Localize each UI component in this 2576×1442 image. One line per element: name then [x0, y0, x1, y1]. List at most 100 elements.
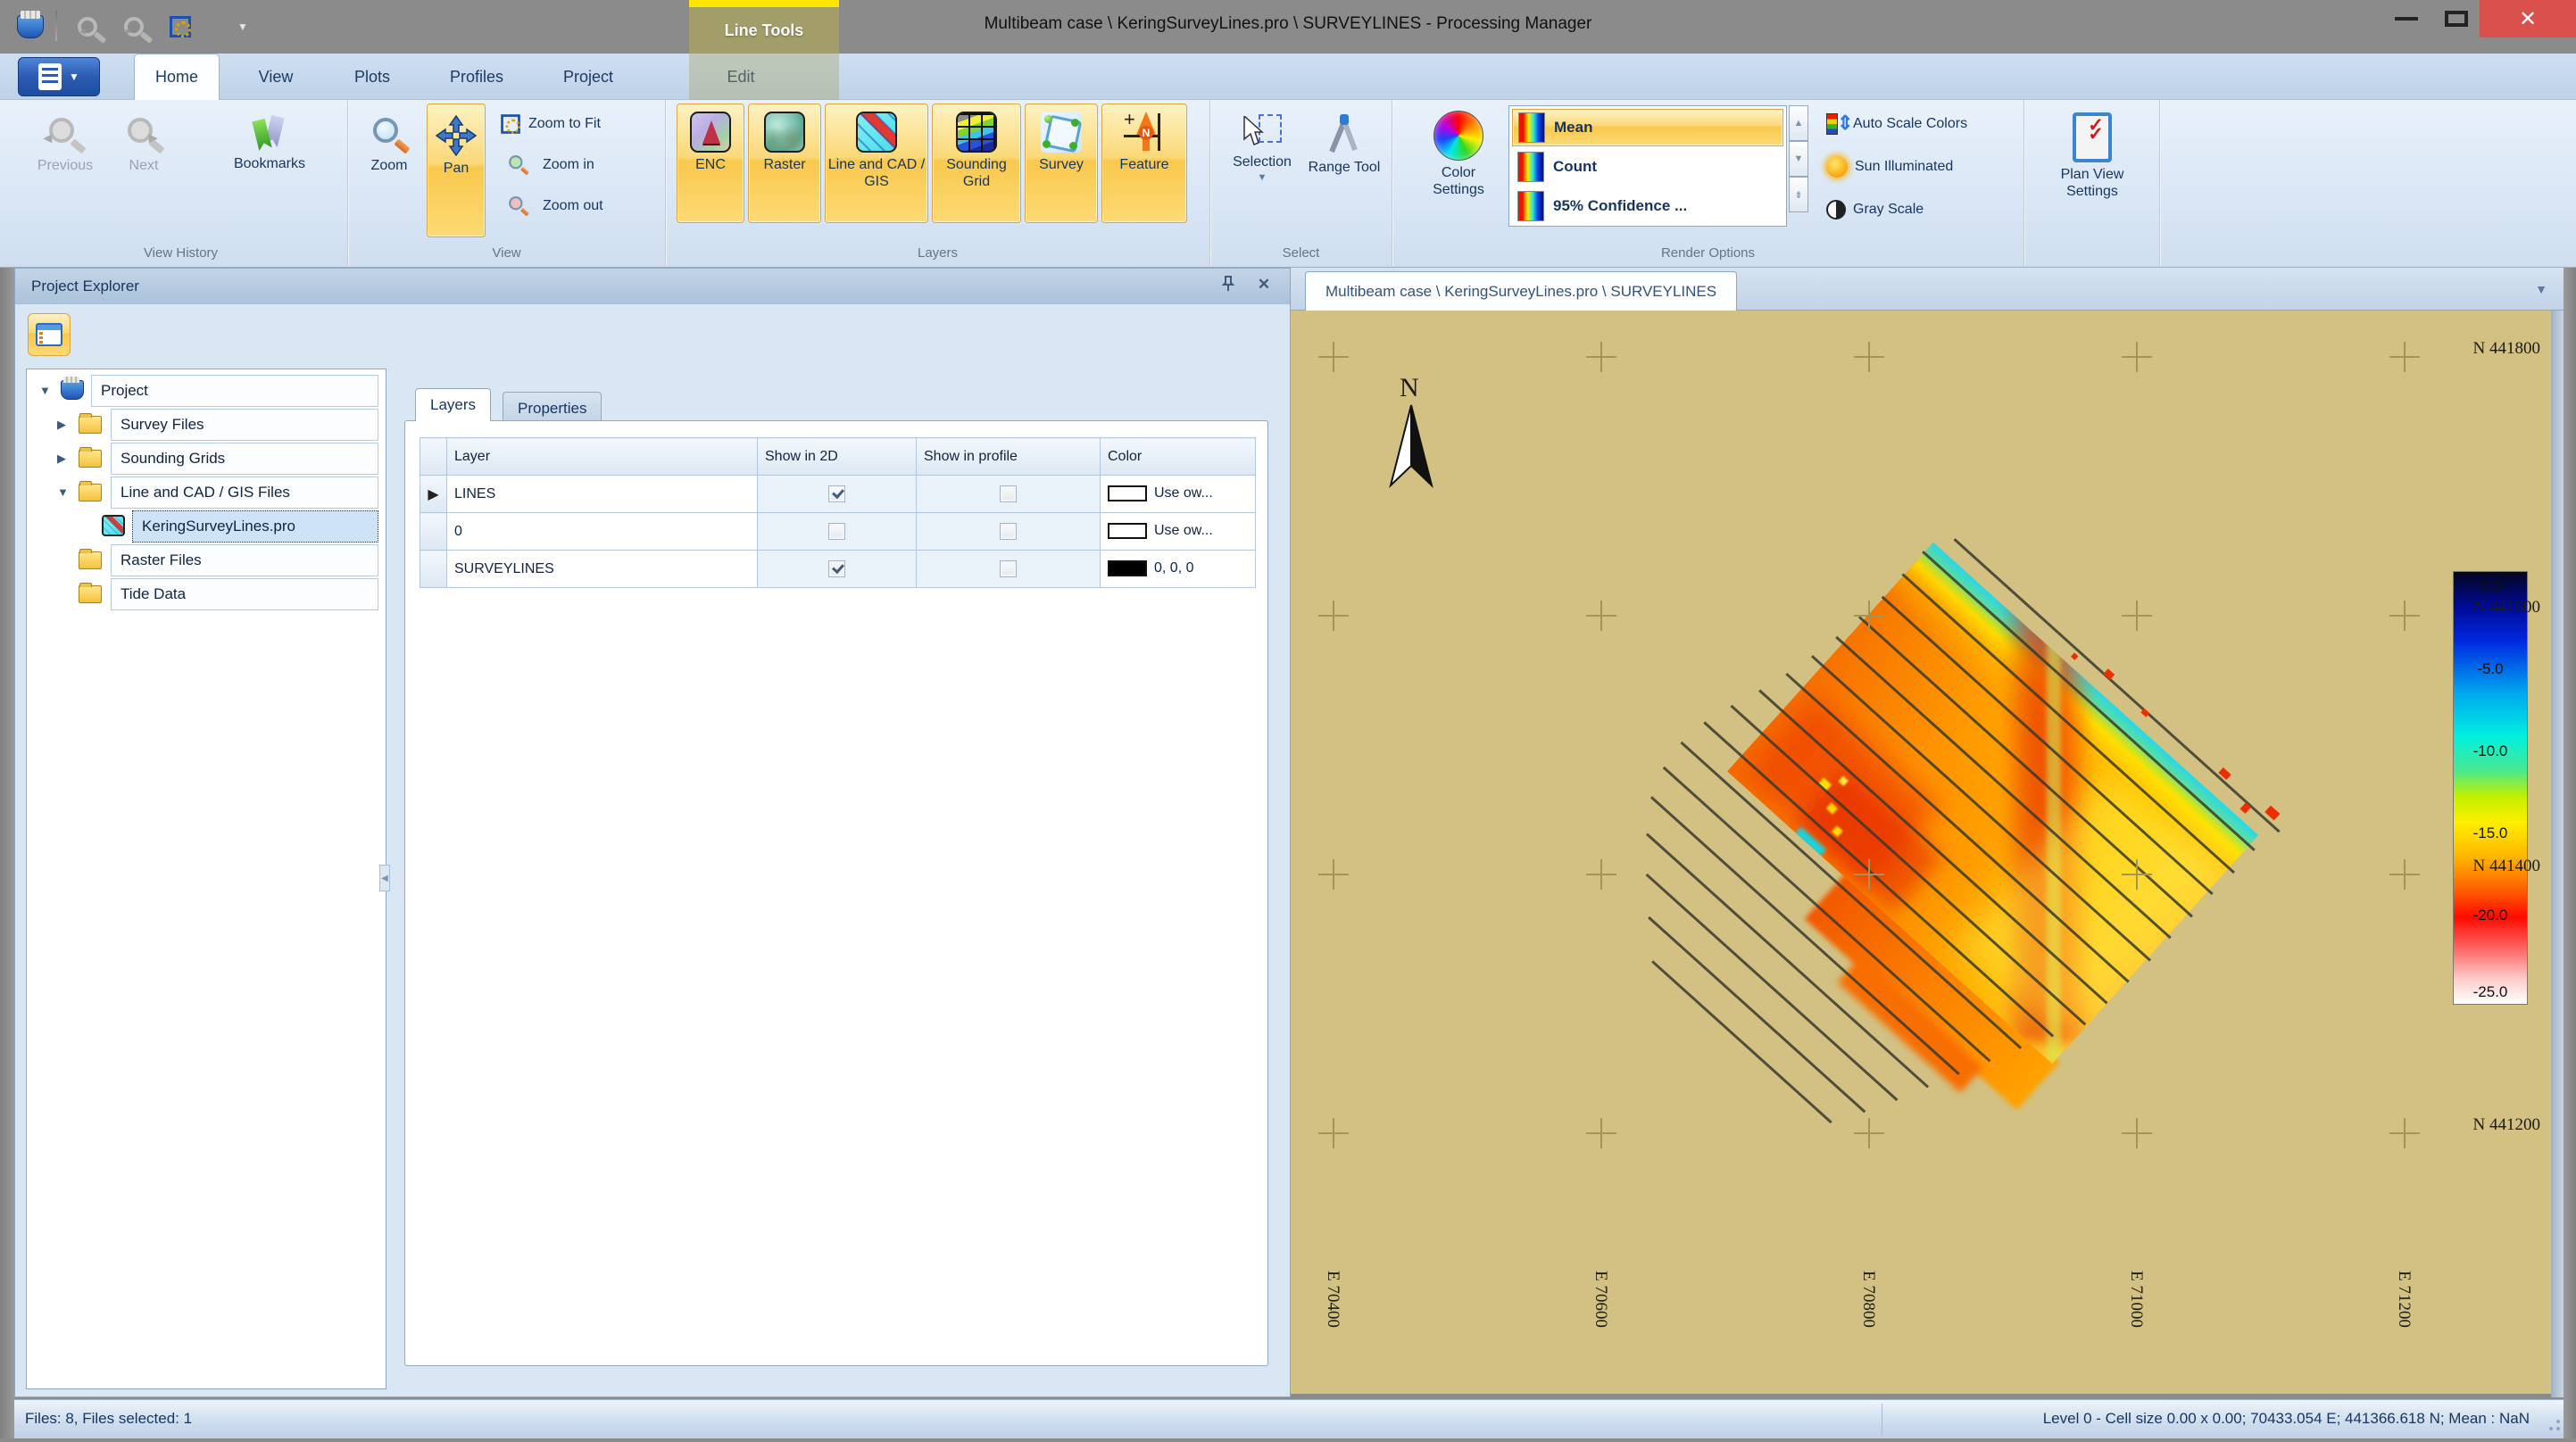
- grid-cross-icon: [1318, 342, 1349, 372]
- plan-view-map[interactable]: N: [1291, 311, 2551, 1394]
- table-row[interactable]: 0 Use ow...: [420, 513, 1256, 551]
- tree-item-survey-files[interactable]: Survey Files: [111, 409, 378, 441]
- show-in-2d-checkbox[interactable]: [828, 523, 845, 540]
- previous-view-button[interactable]: ◂ Previous: [27, 105, 104, 236]
- northing-label: N 441600: [2473, 598, 2540, 617]
- auto-scale-colors-icon: ⇕: [1826, 113, 1846, 135]
- color-cell[interactable]: Use ow...: [1101, 513, 1256, 551]
- tab-layers[interactable]: Layers: [415, 388, 491, 421]
- document-list-dropdown[interactable]: ▼: [2535, 282, 2547, 296]
- tree-item-project[interactable]: Project: [91, 375, 378, 407]
- survey-line: [1648, 916, 1866, 1113]
- column-show-in-profile[interactable]: Show in profile: [917, 438, 1101, 476]
- maximize-icon: [2445, 11, 2468, 27]
- easting-label: E 70400: [1323, 1271, 1342, 1328]
- plan-view-settings-button[interactable]: Plan View Settings: [2039, 105, 2146, 257]
- northing-label: N 441800: [2473, 339, 2540, 359]
- grid-cross-icon: [1586, 1118, 1616, 1148]
- close-button[interactable]: ✕: [2480, 0, 2576, 37]
- gray-scale-toggle[interactable]: Gray Scale: [1826, 195, 1924, 225]
- table-row[interactable]: SURVEYLINES 0, 0, 0: [420, 551, 1256, 588]
- explorer-view-toggle-button[interactable]: [28, 313, 71, 356]
- raster-layer-icon: [764, 112, 805, 153]
- tab-profiles[interactable]: Profiles: [427, 54, 527, 100]
- column-show-in-2d[interactable]: Show in 2D: [758, 438, 917, 476]
- chevron-right-icon[interactable]: ▶: [57, 452, 70, 466]
- tree-item-tide-data[interactable]: Tide Data: [111, 578, 378, 610]
- layer-name-cell[interactable]: 0: [447, 513, 758, 551]
- window-border: [0, 268, 14, 1438]
- tab-plots[interactable]: Plots: [332, 54, 412, 100]
- sun-illuminated-toggle[interactable]: Sun Illuminated: [1826, 152, 1953, 182]
- layer-enc-button[interactable]: ENC: [677, 104, 744, 223]
- column-layer[interactable]: Layer: [447, 438, 758, 476]
- show-in-2d-checkbox[interactable]: [828, 560, 845, 577]
- color-settings-button[interactable]: Color Settings: [1414, 105, 1503, 248]
- group-view-history: ◂ Previous ▸ Next Bookmarks View History: [14, 100, 348, 266]
- grid-cross-icon: [1854, 601, 1884, 631]
- zoom-to-fit-button[interactable]: Zoom to Fit: [500, 109, 601, 139]
- zoom-in-button[interactable]: Zoom in: [500, 150, 594, 180]
- depth-color-scale: [2453, 571, 2528, 1005]
- range-tool-button[interactable]: Range Tool: [1307, 105, 1382, 248]
- chevron-down-icon[interactable]: ▼: [39, 384, 52, 397]
- show-in-2d-checkbox[interactable]: [828, 485, 845, 502]
- render-mode-mean[interactable]: Mean: [1512, 109, 1783, 146]
- tab-home[interactable]: Home: [134, 54, 220, 100]
- layer-raster-button[interactable]: Raster: [748, 104, 821, 223]
- pin-icon[interactable]: [1216, 276, 1241, 297]
- show-in-profile-checkbox[interactable]: [1000, 560, 1017, 577]
- chevron-down-icon[interactable]: ▼: [57, 485, 70, 499]
- layer-feature-button[interactable]: +N Feature: [1101, 104, 1187, 223]
- color-cell[interactable]: Use ow...: [1101, 476, 1256, 513]
- zoom-button[interactable]: Zoom: [357, 105, 421, 236]
- tab-project[interactable]: Project: [541, 54, 636, 100]
- zoom-out-button[interactable]: Zoom out: [500, 191, 603, 221]
- application-menu-button[interactable]: ▼: [18, 57, 100, 96]
- layer-survey-button[interactable]: Survey: [1025, 104, 1098, 223]
- selection-button[interactable]: Selection ▼: [1223, 105, 1301, 248]
- minimize-button[interactable]: [2381, 0, 2431, 37]
- tree-item-keringsurveylines[interactable]: KeringSurveyLines.pro: [132, 510, 378, 543]
- chevron-right-icon[interactable]: ▶: [57, 418, 70, 432]
- layer-sounding-grid-button[interactable]: Sounding Grid: [932, 104, 1021, 223]
- auto-scale-colors-toggle[interactable]: ⇕ Auto Scale Colors: [1826, 109, 1967, 139]
- tab-edit[interactable]: Edit: [703, 54, 778, 100]
- tree-item-line-cad-gis-files[interactable]: Line and CAD / GIS Files: [111, 477, 378, 509]
- pan-button[interactable]: Pan: [427, 104, 486, 237]
- maximize-button[interactable]: [2431, 0, 2481, 37]
- layer-name-cell[interactable]: SURVEYLINES: [447, 551, 758, 588]
- bookmarks-button[interactable]: Bookmarks: [212, 105, 327, 236]
- column-color[interactable]: Color: [1101, 438, 1256, 476]
- document-tab-active[interactable]: Multibeam case \ KeringSurveyLines.pro \…: [1305, 271, 1737, 311]
- show-in-profile-checkbox[interactable]: [1000, 523, 1017, 540]
- tree-item-sounding-grids[interactable]: Sounding Grids: [111, 443, 378, 475]
- panel-splitter-arrow[interactable]: ◀: [379, 865, 390, 891]
- grid-cross-icon: [2122, 859, 2152, 890]
- grid-cross-icon: [1318, 601, 1349, 631]
- easting-label: E 70600: [1591, 1271, 1610, 1328]
- more-modes-button[interactable]: ⇟: [1789, 177, 1808, 212]
- folder-icon: [79, 585, 102, 603]
- tree-item-raster-files[interactable]: Raster Files: [111, 544, 378, 576]
- table-row[interactable]: ▶ LINES Use ow...: [420, 476, 1256, 513]
- tab-view[interactable]: View: [234, 54, 318, 100]
- render-mode-count[interactable]: Count: [1512, 148, 1783, 186]
- layer-line-cad-gis-button[interactable]: Line and CAD / GIS: [825, 104, 928, 223]
- grid-cross-icon: [1854, 859, 1884, 890]
- window-border: [2564, 268, 2576, 1438]
- render-mode-confidence[interactable]: 95% Confidence ...: [1512, 187, 1783, 225]
- next-view-button[interactable]: ▸ Next: [112, 105, 175, 236]
- scroll-up-button[interactable]: ▲: [1789, 105, 1808, 141]
- status-bar: Files: 8, Files selected: 1 Level 0 - Ce…: [0, 1399, 2576, 1438]
- color-cell[interactable]: 0, 0, 0: [1101, 551, 1256, 588]
- grid-cross-icon: [2389, 859, 2420, 890]
- grid-cross-icon: [2122, 601, 2152, 631]
- gray-scale-icon: [1826, 200, 1846, 220]
- show-in-profile-checkbox[interactable]: [1000, 485, 1017, 502]
- close-panel-icon[interactable]: ✕: [1251, 276, 1276, 297]
- colormap-icon: [1517, 191, 1544, 221]
- scroll-down-button[interactable]: ▼: [1789, 141, 1808, 177]
- layer-name-cell[interactable]: LINES: [447, 476, 758, 513]
- grid-cross-icon: [2389, 1118, 2420, 1148]
